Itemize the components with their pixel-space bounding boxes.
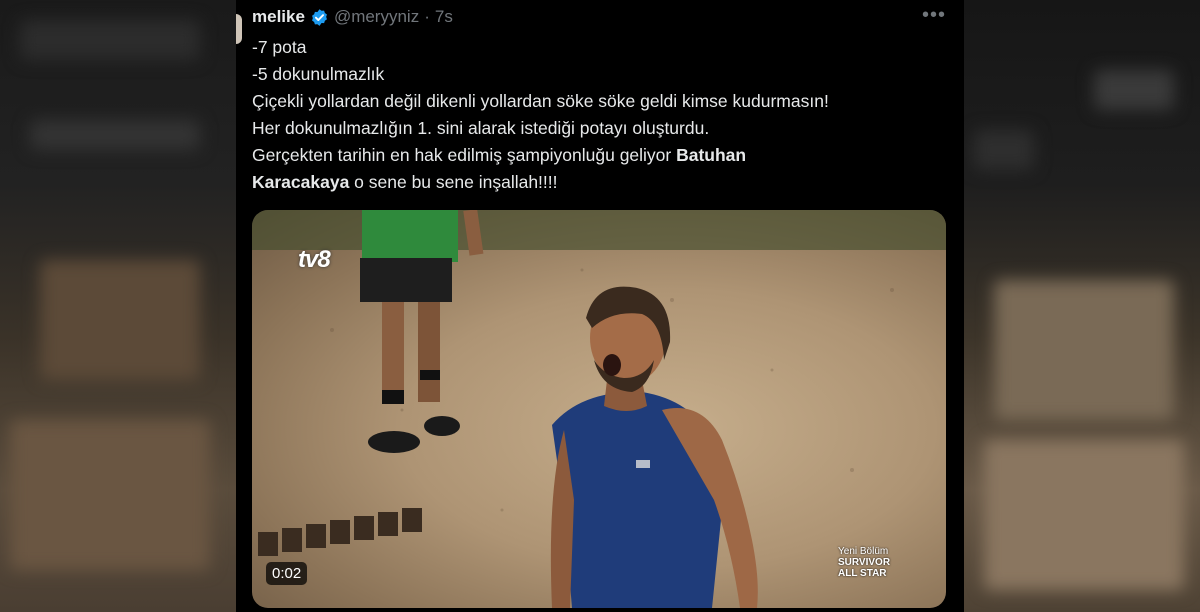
tweet-line: Çiçekli yollardan değil dikenli yollarda… <box>252 91 829 111</box>
more-horizontal-icon[interactable]: ••• <box>922 4 946 27</box>
watermark-line: SURVIVOR <box>838 557 891 568</box>
verified-badge-icon <box>311 8 327 26</box>
watermark-line: Yeni Bölüm <box>838 546 889 557</box>
tweet-text: -7 pota -5 dokunulmazlık Çiçekli yollard… <box>252 34 952 196</box>
bold-name-last: Karacakaya <box>252 172 350 192</box>
author-name[interactable]: melike <box>252 7 305 27</box>
video-media[interactable]: tv8 0:02 Yeni Bölüm SURVIVOR ALL STAR <box>252 210 946 608</box>
channel-logo: tv8 <box>298 246 331 273</box>
video-duration-badge: 0:02 <box>266 562 308 585</box>
tweet-header: melike @meryyniz · 7s <box>252 6 453 28</box>
tweet-line: -7 pota <box>252 37 307 57</box>
blurred-background-left <box>0 0 236 612</box>
bold-name-first: Batuhan <box>676 145 747 165</box>
tweet-line: Karacakaya o sene bu sene inşallah!!!! <box>252 169 952 196</box>
watermark-line: ALL STAR <box>838 568 887 579</box>
tweet-line: Gerçekten tarihin en hak edilmiş şampiyo… <box>252 142 952 169</box>
avatar[interactable] <box>236 14 242 44</box>
tweet-line-text: Gerçekten tarihin en hak edilmiş şampiyo… <box>252 145 677 165</box>
tweet-line-text: o sene bu sene inşallah!!!! <box>349 172 558 192</box>
tweet-line: Her dokunulmazlığın 1. sini alarak isted… <box>252 118 710 138</box>
author-handle[interactable]: @meryyniz <box>334 7 419 27</box>
tweet-card: melike @meryyniz · 7s ••• -7 pota -5 dok… <box>236 0 964 612</box>
timestamp[interactable]: 7s <box>435 7 453 27</box>
tweet-line: -5 dokunulmazlık <box>252 64 385 84</box>
show-watermark: Yeni Bölüm SURVIVOR ALL STAR <box>838 546 890 579</box>
blurred-background-right <box>964 0 1200 612</box>
separator-dot: · <box>424 7 430 26</box>
